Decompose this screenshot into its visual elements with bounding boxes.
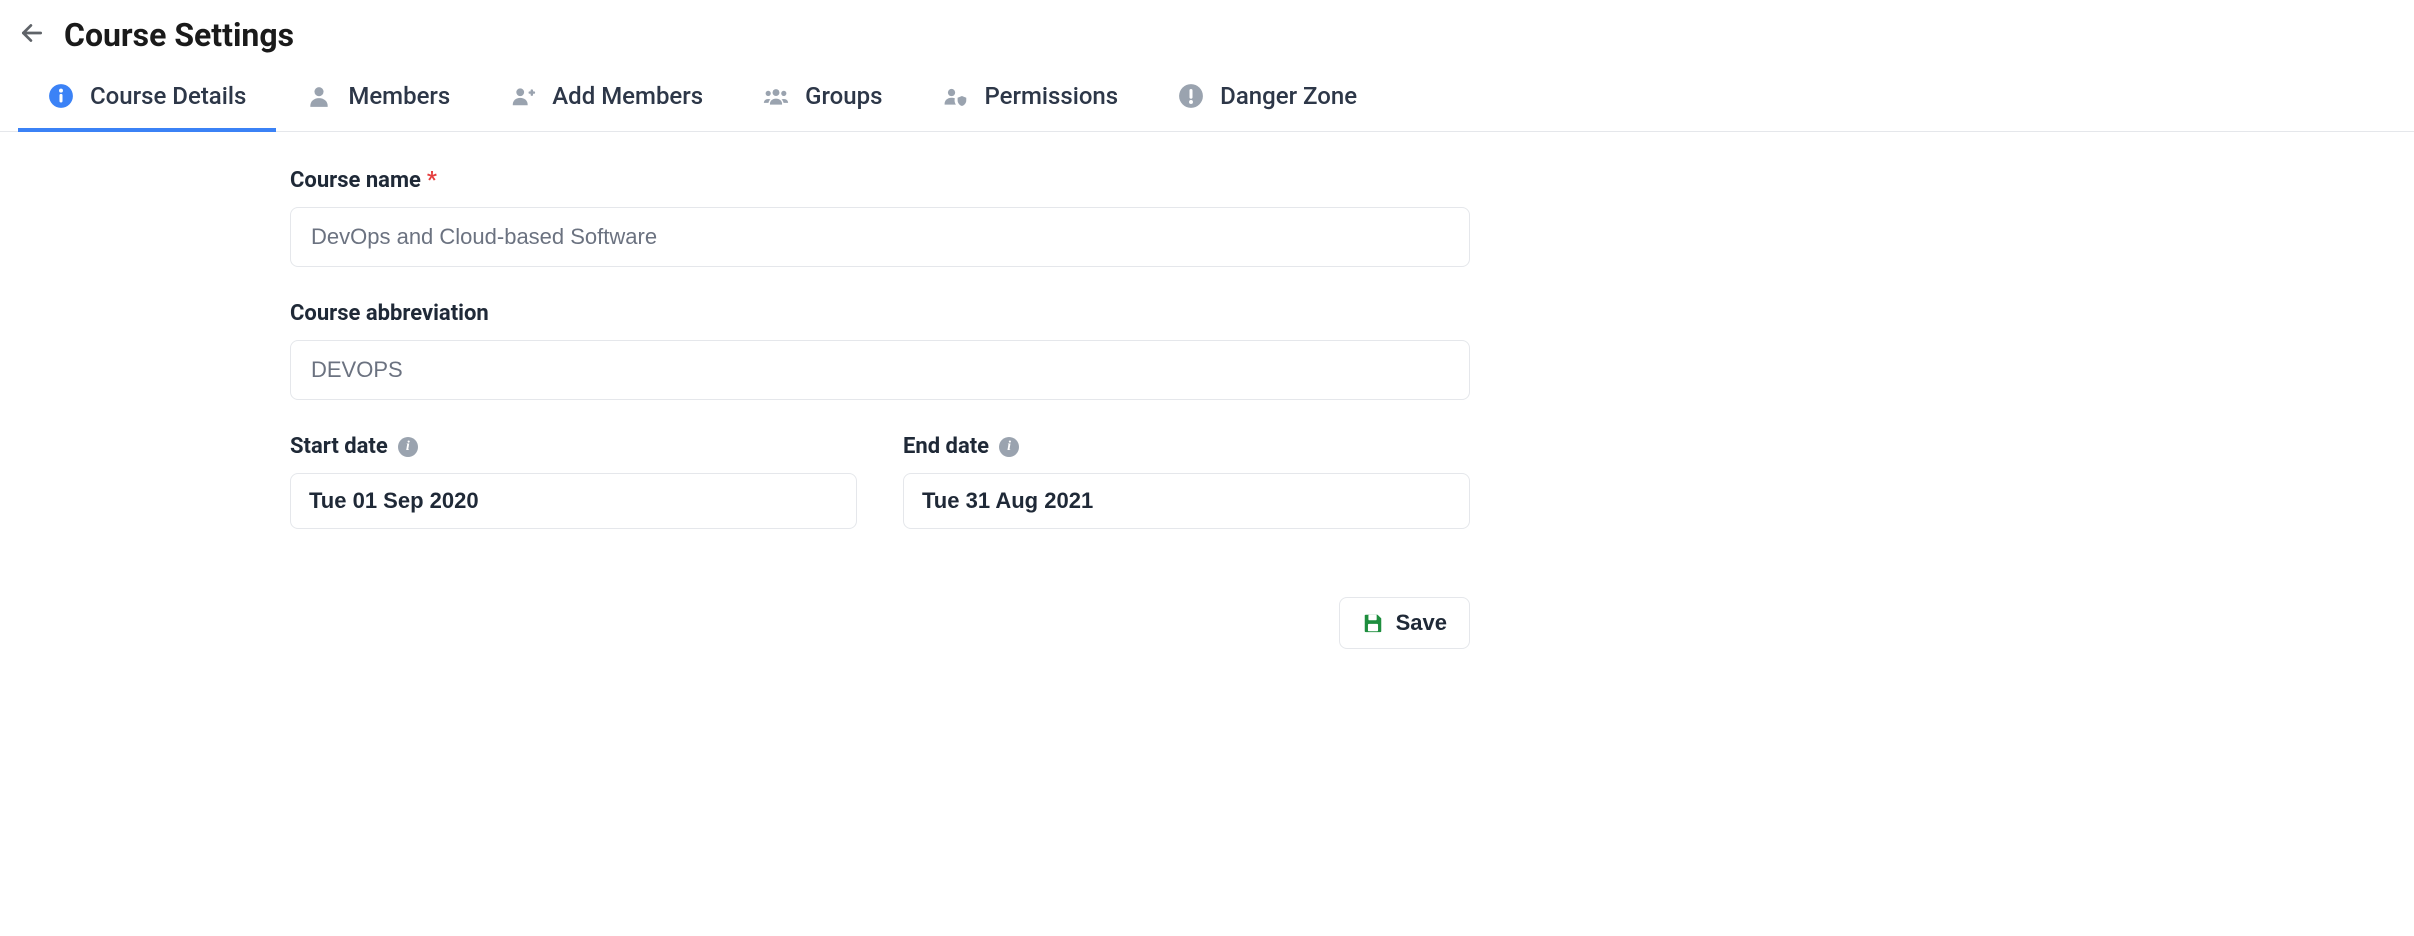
back-button[interactable]	[18, 21, 46, 49]
label-text: Start date	[290, 434, 388, 459]
label-text: Course name	[290, 168, 421, 193]
course-name-label: Course name *	[290, 168, 1470, 193]
page-title: Course Settings	[64, 16, 294, 54]
tab-members[interactable]: Members	[276, 64, 480, 132]
tab-add-members[interactable]: Add Members	[480, 64, 733, 132]
date-row: Start date i End date i	[290, 434, 1470, 563]
user-icon	[306, 83, 332, 109]
course-abbr-input[interactable]	[290, 340, 1470, 400]
label-text: End date	[903, 434, 989, 459]
save-button-label: Save	[1396, 610, 1447, 636]
tab-label: Groups	[805, 82, 882, 110]
start-date-label: Start date i	[290, 434, 857, 459]
label-text: Course abbreviation	[290, 301, 489, 326]
info-icon[interactable]: i	[999, 437, 1019, 457]
form-area: Course name * Course abbreviation Start …	[290, 168, 1470, 649]
tab-label: Danger Zone	[1220, 82, 1357, 110]
course-abbr-group: Course abbreviation	[290, 301, 1470, 400]
tab-danger-zone[interactable]: Danger Zone	[1148, 64, 1387, 132]
tab-label: Permissions	[984, 82, 1118, 110]
user-plus-icon	[510, 83, 536, 109]
users-icon	[763, 83, 789, 109]
arrow-left-icon	[19, 20, 45, 50]
start-date-group: Start date i	[290, 434, 857, 529]
save-icon	[1362, 612, 1384, 634]
exclamation-circle-icon	[1178, 83, 1204, 109]
info-circle-icon	[48, 83, 74, 109]
start-date-input[interactable]	[290, 473, 857, 529]
course-name-group: Course name *	[290, 168, 1470, 267]
required-marker: *	[427, 168, 437, 193]
course-name-input[interactable]	[290, 207, 1470, 267]
course-abbr-label: Course abbreviation	[290, 301, 1470, 326]
tab-bar: Course Details Members Add Members Group…	[0, 64, 2414, 132]
tab-course-details[interactable]: Course Details	[18, 64, 276, 132]
end-date-label: End date i	[903, 434, 1470, 459]
info-icon[interactable]: i	[398, 437, 418, 457]
tab-groups[interactable]: Groups	[733, 64, 912, 132]
save-button[interactable]: Save	[1339, 597, 1470, 649]
button-row: Save	[290, 597, 1470, 649]
tab-permissions[interactable]: Permissions	[912, 64, 1148, 132]
end-date-group: End date i	[903, 434, 1470, 529]
tab-label: Members	[348, 82, 450, 110]
tab-label: Course Details	[90, 82, 246, 110]
end-date-input[interactable]	[903, 473, 1470, 529]
page-header: Course Settings	[0, 0, 2414, 64]
user-shield-icon	[942, 83, 968, 109]
tab-label: Add Members	[552, 82, 703, 110]
